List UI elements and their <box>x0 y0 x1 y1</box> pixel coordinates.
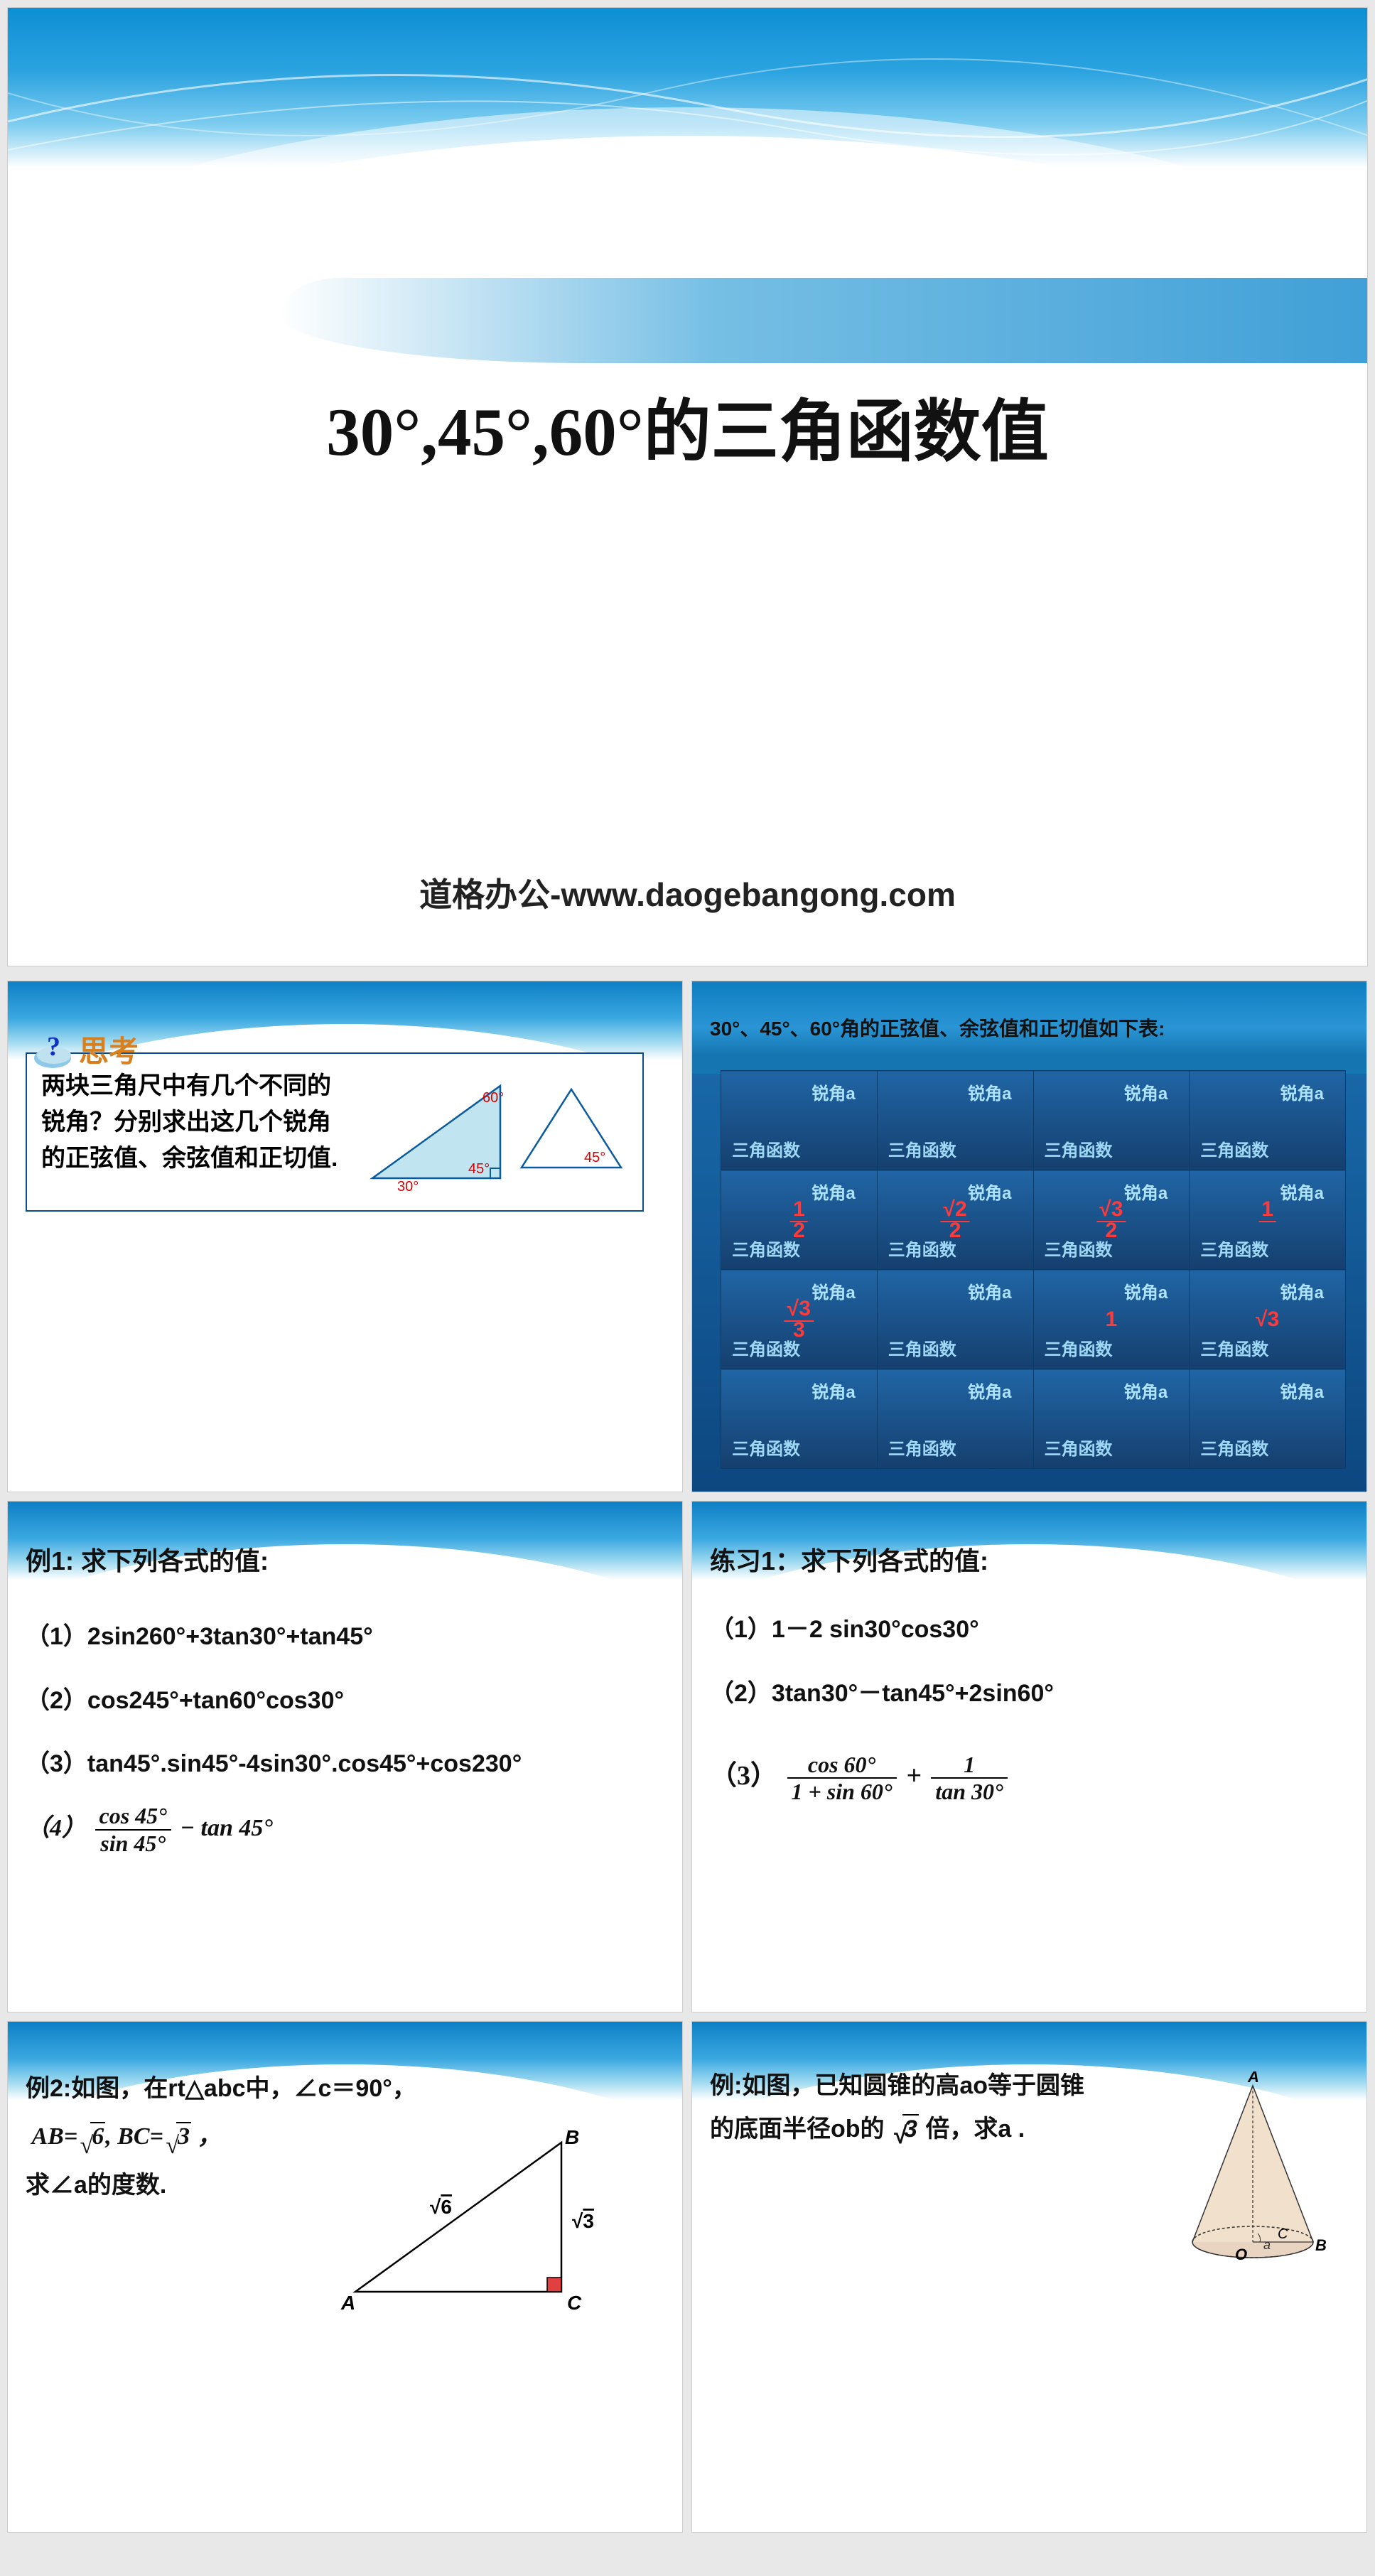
expr-1: （1）2sin260°+3tan30°+tan45° <box>26 1608 664 1666</box>
svg-text:a: a <box>1263 2238 1271 2252</box>
cone-line1: 例:如图，已知圆锥的高ao等于圆锥 <box>710 2064 1172 2108</box>
svg-text:30°: 30° <box>397 1179 419 1195</box>
table-row: 锐角a12三角函数 锐角a√22三角函数 锐角a√32三角函数 锐角a1 三角函… <box>721 1170 1346 1270</box>
slide-row-2: 例1: 求下列各式的值: （1）2sin260°+3tan30°+tan45° … <box>7 1501 1368 2012</box>
svg-text:45°: 45° <box>584 1150 605 1165</box>
slide-title: 30°,45°,60°的三角函数值 道格办公-www.daogebangong.… <box>7 7 1368 966</box>
slide-example1: 例1: 求下列各式的值: （1）2sin260°+3tan30°+tan45° … <box>7 1501 683 2012</box>
practice1-body: （1）1－2 sin30°cos30° （2）3tan30°－tan45°+2s… <box>710 1601 1349 1814</box>
svg-text:√6: √6 <box>430 2196 452 2218</box>
think-question: 两块三角尺中有几个不同的锐角？分别求出这几个锐角的正弦值、余弦值和正切值. <box>41 1068 351 1177</box>
think-label-text: 思考 <box>79 1028 139 1071</box>
think-heading: ? 思考 <box>33 1028 139 1071</box>
practice1-title: 练习1：求下列各式的值: <box>710 1541 1349 1578</box>
triangles-diagram: 60° 45° 30° 45° <box>358 1068 628 1196</box>
slide-table: 30°、45°、60°角的正弦值、余弦值和正切值如下表: 锐角a三角函数 锐角a… <box>691 981 1367 1492</box>
main-footer: 道格办公-www.daogebangong.com <box>8 869 1367 916</box>
question-cloud-icon: ? <box>33 1028 75 1071</box>
svg-text:O: O <box>1235 2246 1247 2263</box>
slide-row-1: ? 思考 两块三角尺中有几个不同的锐角？分别求出这几个锐角的正弦值、余弦值和正切… <box>7 981 1368 1492</box>
table-row: 锐角a√33三角函数 锐角a三角函数 锐角a1三角函数 锐角a√3三角函数 <box>721 1270 1346 1369</box>
example1-title: 例1: 求下列各式的值: <box>26 1541 664 1578</box>
svg-text:B: B <box>1315 2236 1327 2254</box>
trig-values-table: 锐角a三角函数 锐角a三角函数 锐角a三角函数 锐角a三角函数 锐角a12三角函… <box>721 1070 1346 1469</box>
cone-line2: 的底面半径ob的 √3 倍，求a . <box>710 2108 1172 2151</box>
table-title: 30°、45°、60°角的正弦值、余弦值和正切值如下表: <box>710 1013 1349 1042</box>
svg-text:A: A <box>340 2292 355 2314</box>
slide-row-3: 例2:如图，在rt△abc中，∠c＝90°， AB=√6, BC=√3 ， 求∠… <box>7 2021 1368 2533</box>
wave-decoration <box>8 8 1367 221</box>
example1-body: （1）2sin260°+3tan30°+tan45° （2）cos245°+ta… <box>26 1608 664 1863</box>
table-row: 锐角a三角函数 锐角a三角函数 锐角a三角函数 锐角a三角函数 <box>721 1071 1346 1170</box>
cone-example-body: 例:如图，已知圆锥的高ao等于圆锥 的底面半径ob的 √3 倍，求a . <box>710 2064 1172 2151</box>
swoosh-decoration <box>280 278 1367 363</box>
expr-4: （4） cos 45°sin 45° − tan 45° <box>26 1799 664 1858</box>
svg-text:C: C <box>567 2292 582 2314</box>
svg-text:A: A <box>1247 2071 1259 2086</box>
main-title: 30°,45°,60°的三角函数值 <box>8 377 1367 475</box>
slide-deck: 30°,45°,60°的三角函数值 道格办公-www.daogebangong.… <box>7 7 1368 2533</box>
svg-text:45°: 45° <box>468 1161 490 1177</box>
slide-thinking: ? 思考 两块三角尺中有几个不同的锐角？分别求出这几个锐角的正弦值、余弦值和正切… <box>7 981 683 1492</box>
expr-2: （2）3tan30°－tan45°+2sin60° <box>710 1665 1349 1723</box>
think-box: 两块三角尺中有几个不同的锐角？分别求出这几个锐角的正弦值、余弦值和正切值. 60… <box>26 1052 644 1212</box>
expr-3: （3）tan45°.sin45°-4sin30°.cos45°+cos230° <box>26 1735 664 1794</box>
expr-2: （2）cos245°+tan60°cos30° <box>26 1672 664 1730</box>
table-row: 锐角a三角函数 锐角a三角函数 锐角a三角函数 锐角a三角函数 <box>721 1369 1346 1469</box>
svg-text:60°: 60° <box>482 1090 504 1106</box>
slide-practice1: 练习1：求下列各式的值: （1）1－2 sin30°cos30° （2）3tan… <box>691 1501 1367 2012</box>
cone-diagram: A O B C a <box>1175 2071 1331 2270</box>
svg-text:√3: √3 <box>572 2210 594 2232</box>
svg-text:B: B <box>565 2126 579 2148</box>
slide-example2: 例2:如图，在rt△abc中，∠c＝90°， AB=√6, BC=√3 ， 求∠… <box>7 2021 683 2533</box>
slide-cone-example: 例:如图，已知圆锥的高ao等于圆锥 的底面半径ob的 √3 倍，求a . A O… <box>691 2021 1367 2533</box>
ex2-line1: 例2:如图，在rt△abc中，∠c＝90°， <box>26 2064 664 2113</box>
right-triangle-diagram: A B C √6 √3 <box>327 2121 611 2320</box>
svg-text:C: C <box>1278 2226 1288 2242</box>
expr-1: （1）1－2 sin30°cos30° <box>710 1601 1349 1659</box>
expr-3: （3） cos 60°1 + sin 60° + 1tan 30° <box>710 1744 1349 1809</box>
svg-text:?: ? <box>47 1032 60 1062</box>
